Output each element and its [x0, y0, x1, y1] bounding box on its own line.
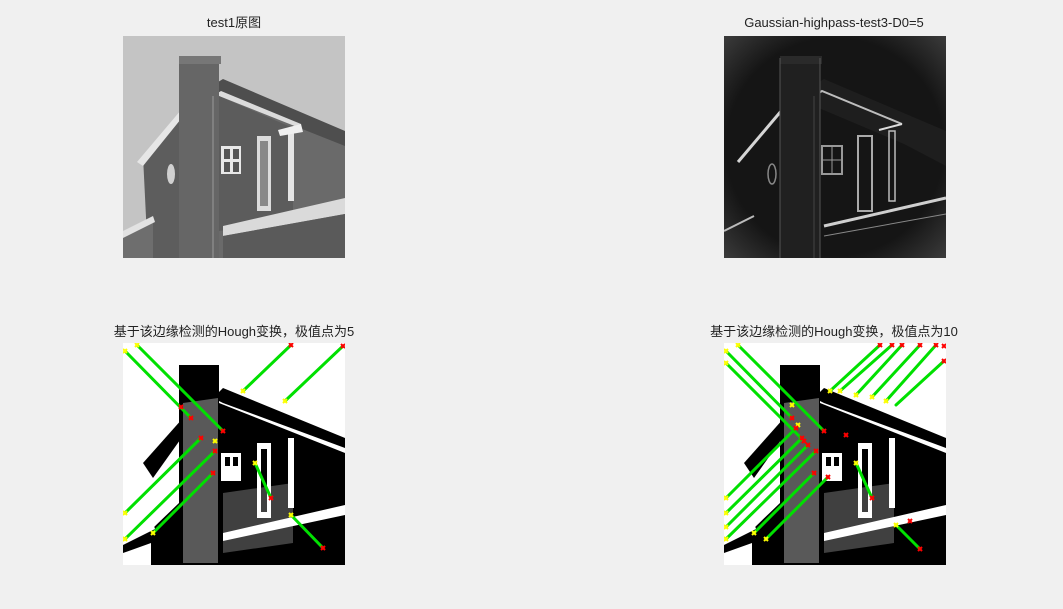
original-image — [123, 36, 345, 258]
panel-4-title: 基于该边缘检测的Hough变换，极值点为10 — [710, 324, 958, 339]
panel-1-title: test1原图 — [206, 15, 262, 30]
hough-image-10 — [724, 343, 946, 565]
hough-image-5 — [123, 343, 345, 565]
panel-2-title: Gaussian-highpass-test3-D0=5 — [744, 15, 924, 30]
panel-3-title: 基于该边缘检测的Hough变换，极值点为5 — [113, 324, 355, 339]
highpass-image — [724, 36, 946, 258]
